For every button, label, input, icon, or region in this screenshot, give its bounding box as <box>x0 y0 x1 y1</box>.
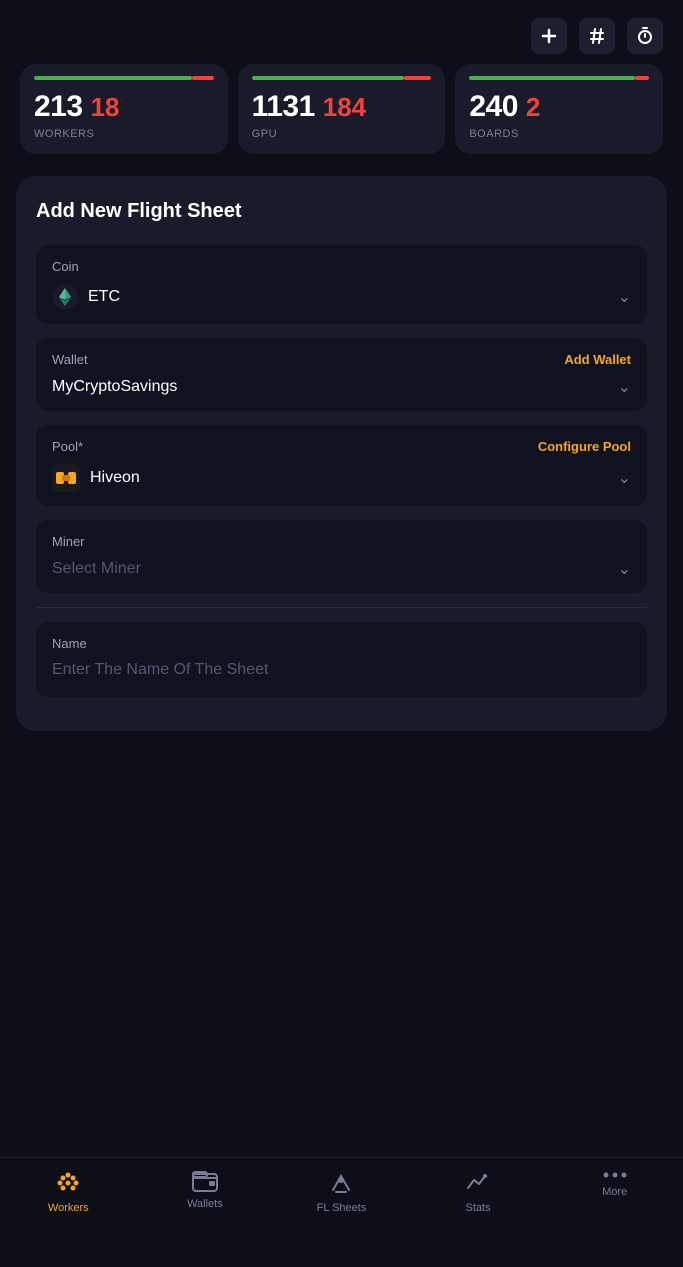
stats-nav-icon <box>465 1170 491 1196</box>
gpu-label: GPU <box>252 128 432 140</box>
nav-wallets[interactable]: Wallets <box>137 1170 274 1210</box>
add-flight-sheet-panel: Add New Flight Sheet Coin ETC ⌄ Wallet A… <box>16 176 667 731</box>
boards-stat-card: 240 2 BOARDS <box>455 64 663 154</box>
wallet-field-group[interactable]: Wallet Add Wallet MyCryptoSavings ⌄ <box>36 338 647 411</box>
pool-chevron-icon: ⌄ <box>618 468 631 488</box>
more-nav-label: More <box>602 1186 627 1198</box>
wallet-chevron-icon: ⌄ <box>618 377 631 397</box>
workers-stat-card: 213 18 WORKERS <box>20 64 228 154</box>
workers-main: 213 <box>34 90 83 124</box>
flsheets-nav-icon <box>328 1170 354 1196</box>
boards-alert: 2 <box>526 92 540 123</box>
plus-icon[interactable] <box>531 18 567 54</box>
pool-label: Pool* <box>52 439 83 454</box>
miner-label: Miner <box>52 534 85 549</box>
boards-main: 240 <box>469 90 518 124</box>
panel-title: Add New Flight Sheet <box>36 200 647 223</box>
gpu-main: 1131 <box>252 90 315 124</box>
workers-alert: 18 <box>91 92 120 123</box>
stats-nav-label: Stats <box>466 1202 491 1214</box>
timer-icon[interactable] <box>627 18 663 54</box>
configure-pool-button[interactable]: Configure Pool <box>538 439 631 454</box>
nav-flsheets[interactable]: FL Sheets <box>273 1170 410 1214</box>
wallet-value: MyCryptoSavings <box>52 378 177 396</box>
workers-label: WORKERS <box>34 128 214 140</box>
name-field-group[interactable]: Name Enter The Name Of The Sheet <box>36 622 647 697</box>
stats-row: 213 18 WORKERS 1131 184 GPU 240 2 BOARDS <box>0 64 683 154</box>
add-wallet-button[interactable]: Add Wallet <box>564 352 631 367</box>
name-placeholder: Enter The Name Of The Sheet <box>52 661 268 678</box>
wallets-nav-label: Wallets <box>187 1198 223 1210</box>
hash-icon[interactable] <box>579 18 615 54</box>
nav-stats[interactable]: Stats <box>410 1170 547 1214</box>
workers-nav-icon <box>55 1170 81 1196</box>
section-divider <box>36 607 647 608</box>
top-bar <box>0 0 683 64</box>
coin-label: Coin <box>52 259 79 274</box>
wallet-label: Wallet <box>52 352 88 367</box>
bottom-nav: Workers Wallets FL Sheets <box>0 1157 683 1267</box>
miner-field-group[interactable]: Miner Select Miner ⌄ <box>36 520 647 593</box>
flsheets-nav-label: FL Sheets <box>317 1202 367 1214</box>
coin-field-group[interactable]: Coin ETC ⌄ <box>36 245 647 324</box>
wallets-nav-icon <box>192 1170 218 1192</box>
miner-placeholder: Select Miner <box>52 560 141 578</box>
gpu-alert: 184 <box>323 92 366 123</box>
name-label: Name <box>52 636 87 651</box>
boards-label: BOARDS <box>469 128 649 140</box>
pool-field-group[interactable]: Pool* Configure Pool Hiveon ⌄ <box>36 425 647 506</box>
more-nav-icon <box>602 1170 628 1180</box>
miner-chevron-icon: ⌄ <box>618 559 631 579</box>
ethereum-icon <box>52 284 78 310</box>
workers-nav-label: Workers <box>48 1202 89 1214</box>
nav-workers[interactable]: Workers <box>0 1170 137 1214</box>
nav-more[interactable]: More <box>546 1170 683 1198</box>
pool-value: Hiveon <box>52 464 140 492</box>
coin-chevron-icon: ⌄ <box>618 287 631 307</box>
hiveon-icon <box>52 464 80 492</box>
coin-value: ETC <box>52 284 120 310</box>
gpu-stat-card: 1131 184 GPU <box>238 64 446 154</box>
